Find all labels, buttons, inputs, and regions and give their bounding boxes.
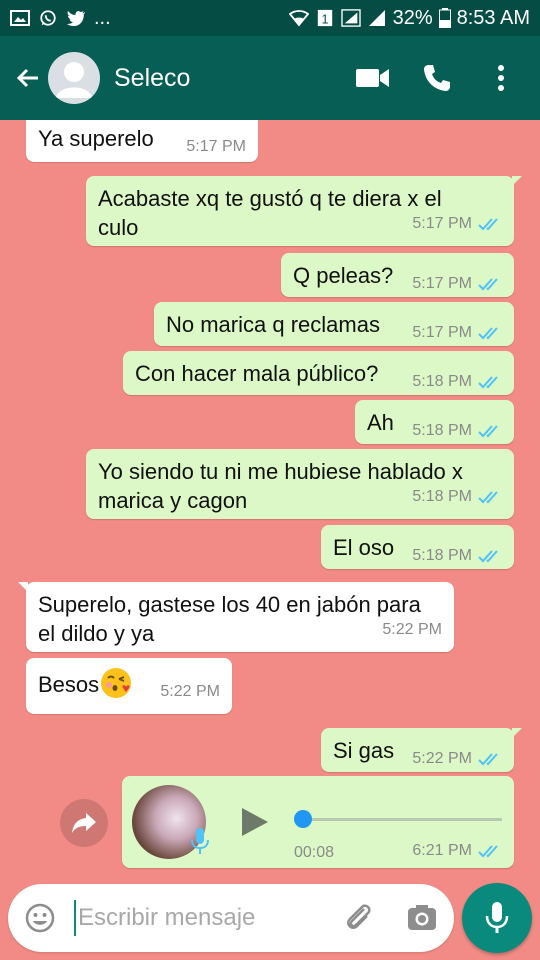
signal-1-icon [340, 9, 361, 27]
gallery-notification-icon [10, 10, 30, 26]
read-ticks-icon [478, 490, 498, 503]
message-text: Besos [38, 672, 100, 697]
text-cursor [74, 900, 76, 936]
message-time: 5:17 PM [412, 275, 472, 292]
message-outgoing[interactable]: El oso 5:18 PM [321, 525, 514, 569]
message-outgoing[interactable]: No marica q reclamas 5:17 PM [154, 302, 514, 346]
message-input[interactable]: Escribir mensaje [78, 904, 342, 932]
record-voice-button[interactable] [462, 883, 532, 953]
message-text: Superelo, gastese los 40 en jabón para e… [38, 592, 421, 646]
mic-icon [485, 902, 509, 933]
message-text: Ah [367, 410, 394, 435]
more-vert-icon [498, 65, 504, 91]
message-incoming[interactable]: Ya superelo 5:17 PM [26, 120, 258, 162]
message-text: El oso [333, 535, 395, 560]
phone-call-icon [424, 65, 450, 91]
message-meta: 5:17 PM [412, 209, 502, 238]
back-arrow-icon [16, 68, 38, 88]
message-outgoing[interactable]: Q peleas? 5:17 PM [281, 253, 514, 297]
signal-2-icon [368, 10, 385, 26]
avatar[interactable] [48, 52, 100, 104]
more-options-button[interactable] [484, 61, 518, 95]
message-outgoing[interactable]: Yo siendo tu ni me hubiese hablado x mar… [86, 449, 514, 519]
battery-percent: 32% [392, 6, 433, 29]
sim-1-icon: 1 [317, 9, 332, 26]
status-bar: ... 1 32% 8:53 AM [0, 0, 540, 36]
phone-call-button[interactable] [420, 61, 454, 95]
message-time: 5:22 PM [160, 683, 220, 700]
message-meta: 5:18 PM [412, 367, 502, 396]
message-meta: 5:17 PM [412, 318, 502, 347]
face-blowing-kiss-emoji [101, 668, 132, 698]
wifi-icon [288, 10, 309, 27]
whatsapp-notification-icon [40, 10, 56, 26]
voice-note-message[interactable]: 00:08 6:21 PM [122, 776, 514, 868]
contact-name[interactable]: Seleco [114, 64, 356, 93]
emoji-icon[interactable] [24, 902, 56, 934]
message-incoming[interactable]: Superelo, gastese los 40 en jabón para e… [18, 582, 454, 652]
voice-progress-track[interactable] [294, 818, 502, 821]
message-time: 5:22 PM [382, 621, 442, 638]
message-text: Si gas [333, 738, 395, 763]
read-ticks-icon [478, 217, 498, 230]
more-notifications: ... [94, 6, 111, 29]
message-meta: 5:18 PM [412, 482, 502, 511]
message-outgoing[interactable]: Acabaste xq te gustó q te diera x el cul… [86, 176, 522, 246]
message-text: Con hacer mala público? [135, 361, 379, 386]
message-text: Ya superelo [38, 126, 154, 151]
read-ticks-icon [478, 326, 498, 339]
message-text: No marica q reclamas [166, 312, 380, 337]
voice-duration: 00:08 [294, 844, 335, 861]
message-time: 5:18 PM [412, 488, 472, 505]
read-ticks-icon [478, 549, 498, 562]
battery-icon [438, 8, 451, 28]
voice-mic-icon [191, 828, 209, 854]
forward-button[interactable] [60, 799, 108, 847]
message-time: 5:18 PM [412, 547, 472, 564]
message-meta: 6:21 PM [412, 842, 502, 860]
message-meta: 5:22 PM [412, 744, 502, 773]
message-meta: 5:18 PM [412, 416, 502, 445]
twitter-notification-icon [67, 11, 85, 26]
chat-header: Seleco [0, 36, 540, 120]
message-time: 5:17 PM [412, 324, 472, 341]
forward-icon [72, 813, 96, 833]
message-time: 5:17 PM [412, 215, 472, 232]
message-meta: 5:18 PM [412, 541, 502, 570]
message-time: 5:18 PM [412, 373, 472, 390]
chat-area[interactable]: Ya superelo 5:17 PM Acabaste xq te gustó… [0, 120, 540, 878]
message-meta: 5:17 PM [412, 269, 502, 298]
read-ticks-icon [478, 424, 498, 437]
message-time: 5:18 PM [412, 422, 472, 439]
voice-progress-knob[interactable] [294, 810, 312, 828]
read-ticks-icon [478, 375, 498, 388]
message-outgoing[interactable]: Ah 5:18 PM [355, 400, 514, 444]
message-incoming[interactable]: Besos 5:22 PM [26, 658, 232, 714]
svg-text:1: 1 [321, 12, 328, 26]
video-call-button[interactable] [356, 61, 390, 95]
message-composer[interactable]: Escribir mensaje [8, 884, 454, 952]
back-button[interactable] [8, 58, 48, 98]
message-outgoing[interactable]: Con hacer mala público? 5:18 PM [123, 351, 514, 395]
message-time: 5:22 PM [412, 750, 472, 767]
read-ticks-icon [478, 845, 498, 858]
read-ticks-icon [478, 277, 498, 290]
message-time: 5:17 PM [186, 138, 246, 155]
message-text: Q peleas? [293, 263, 394, 288]
message-time: 6:21 PM [412, 842, 472, 859]
camera-icon[interactable] [406, 902, 438, 934]
avatar-placeholder-icon [56, 62, 92, 98]
message-outgoing[interactable]: Si gas 5:22 PM [321, 728, 522, 773]
clock: 8:53 AM [456, 6, 530, 29]
play-button[interactable] [238, 806, 270, 838]
attach-icon[interactable] [342, 901, 376, 935]
video-call-icon [356, 69, 389, 87]
read-ticks-icon [478, 752, 498, 765]
